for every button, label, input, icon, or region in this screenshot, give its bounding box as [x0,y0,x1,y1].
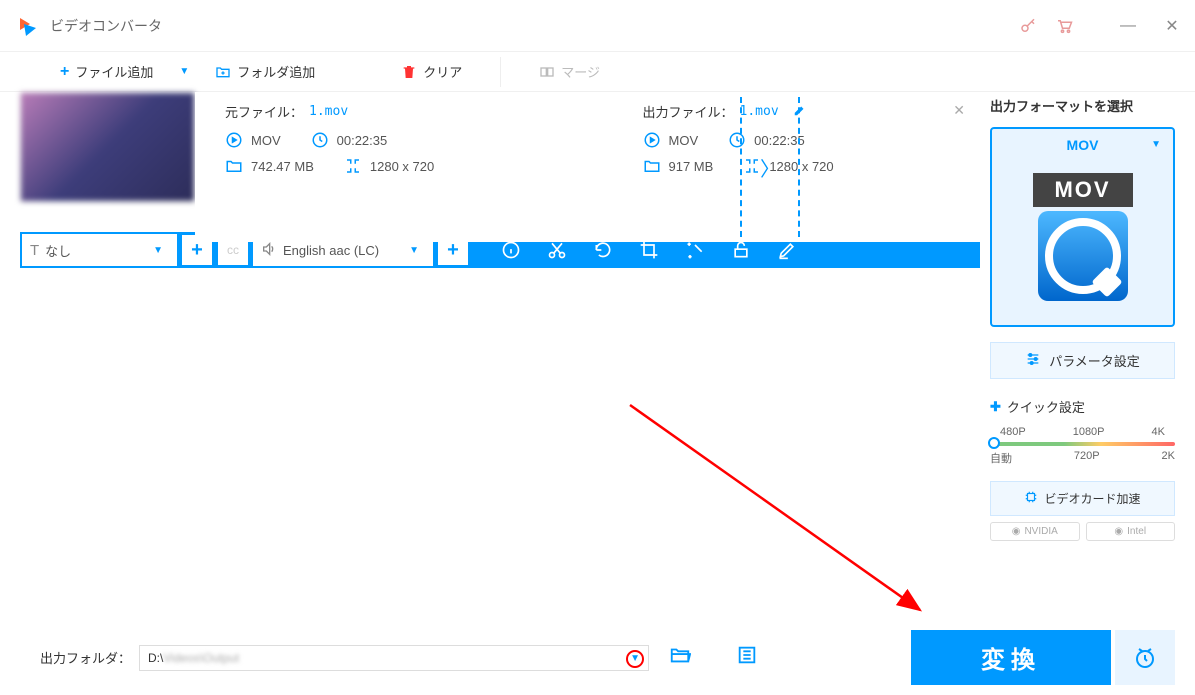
titlebar: ビデオコンバータ — ✕ [0,0,1195,52]
path-dropdown[interactable]: ▼ [626,650,644,668]
output-size: 917 MB [669,159,714,174]
chevron-down-icon: ▼ [409,245,419,256]
folder-icon [225,157,243,175]
effects-icon[interactable] [685,240,705,260]
add-folder-label: フォルダ追加 [237,62,315,81]
bottom-bar: 出力フォルダ： D:\ Videos\Output ▼ 変換 [20,630,1175,685]
output-path-input[interactable]: D:\ Videos\Output ▼ [139,645,649,671]
format-icon [643,131,661,149]
subtitle-select[interactable]: T なし ▼ [22,235,177,265]
slider-480p: 480P [1000,426,1026,438]
app-title: ビデオコンバータ [50,16,162,36]
slider-auto: 自動 [990,450,1012,466]
parameter-settings-button[interactable]: パラメータ設定 [990,342,1175,379]
mov-badge-text: MOV [1033,173,1133,207]
clear-button[interactable]: クリア [391,62,472,81]
output-folder-label: 出力フォルダ： [40,648,131,667]
source-format: MOV [251,133,281,148]
chevron-down-icon: ▼ [1151,139,1161,150]
key-icon[interactable] [1019,17,1037,35]
slider-2k: 2K [1162,450,1175,466]
source-filename: 1.mov [309,104,348,119]
output-path-value: D:\ [148,651,163,665]
intel-chip: ◉ Intel [1086,522,1176,541]
cart-icon[interactable] [1055,17,1073,35]
quality-slider[interactable] [990,442,1175,446]
plus-icon: + [60,63,69,81]
app-logo [16,14,40,38]
clock-icon [311,131,329,149]
source-size: 742.47 MB [251,159,314,174]
param-settings-label: パラメータ設定 [1049,351,1140,370]
file-row: ✕ 〉 元ファイル： 1.mov MOV 00: [20,92,980,242]
task-list-button[interactable] [736,644,758,672]
slider-720p: 720P [1074,450,1100,466]
merge-icon [539,64,555,80]
output-file-label: 出力ファイル： [643,102,734,121]
sidebar: 出力フォーマットを選択 MOV ▼ MOV パラメータ設定 ✚ クイック設定 [990,92,1175,620]
output-format: MOV [669,133,699,148]
slider-1080p: 1080P [1073,426,1105,438]
format-selector[interactable]: MOV ▼ MOV [990,127,1175,327]
format-icon [225,131,243,149]
open-folder-button[interactable] [669,644,691,672]
chevron-down-icon: ▼ [153,245,163,256]
folder-icon [643,157,661,175]
merge-label: マージ [561,62,600,81]
audio-value: English aac (LC) [283,243,379,258]
speaker-icon [261,241,277,260]
video-thumbnail[interactable] [20,92,195,202]
text-icon: T [30,242,39,259]
output-format-title: 出力フォーマットを選択 [990,92,1175,119]
rotate-icon[interactable] [593,240,613,260]
add-file-dropdown[interactable]: ▼ [171,66,197,77]
format-name: MOV [1067,137,1099,153]
add-folder-button[interactable]: フォルダ追加 [205,62,325,81]
source-duration: 00:22:35 [337,133,388,148]
cut-icon[interactable] [547,240,567,260]
clear-label: クリア [423,62,462,81]
slider-4k: 4K [1152,426,1165,438]
minimize-button[interactable]: — [1121,19,1135,33]
convert-button[interactable]: 変換 [911,630,1111,685]
sliders-icon [1025,351,1041,370]
add-file-label: ファイル追加 [75,62,153,81]
source-resolution: 1280 x 720 [370,159,434,174]
remove-file-button[interactable]: ✕ [953,102,965,119]
gpu-accel-button[interactable]: ビデオカード加速 [990,481,1175,516]
merge-button[interactable]: マージ [529,62,610,81]
divider-arrow: 〉 [740,97,800,237]
slider-thumb[interactable] [988,437,1000,449]
nvidia-chip: ◉ NVIDIA [990,522,1080,541]
convert-label: 変換 [981,640,1041,675]
schedule-button[interactable] [1115,630,1175,685]
gpu-accel-label: ビデオカード加速 [1044,490,1140,507]
watermark-icon[interactable] [731,240,751,260]
subtitle-value: なし [45,241,71,260]
plus-icon: ✚ [990,399,1001,415]
quick-settings-label: クイック設定 [1007,397,1085,416]
crop-icon[interactable] [639,240,659,260]
format-thumbnail: MOV [996,157,1169,321]
trash-icon [401,64,417,80]
close-button[interactable]: ✕ [1165,19,1179,33]
folder-plus-icon [215,64,231,80]
toolbar: + ファイル追加 ▼ フォルダ追加 クリア マージ [0,52,1195,92]
toolbar-separator [500,57,501,87]
subtitle-edit-icon[interactable] [777,240,797,260]
resolution-icon [344,157,362,175]
add-file-button[interactable]: + ファイル追加 [50,62,163,81]
chip-icon [1024,490,1038,507]
info-icon[interactable] [501,240,521,260]
source-file-label: 元ファイル： [225,102,303,121]
